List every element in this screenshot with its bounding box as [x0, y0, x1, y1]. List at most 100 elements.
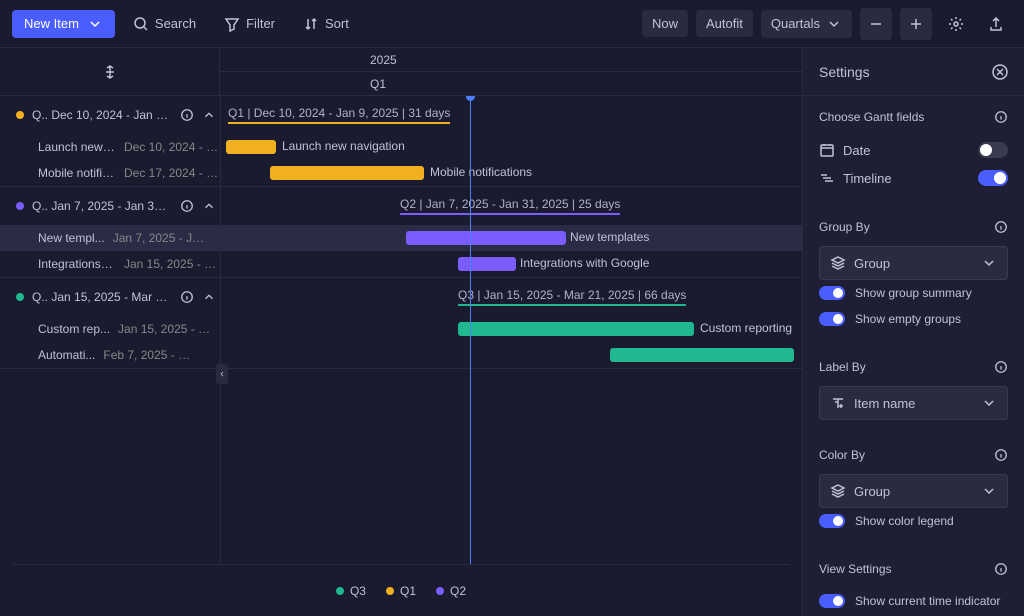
color-by-label: Color By: [819, 448, 865, 462]
plus-icon: [908, 16, 924, 32]
new-item-label: New Item: [24, 16, 79, 31]
task-label: Mobile notifications: [430, 165, 532, 179]
group-summary: Q1 | Dec 10, 2024 - Jan 9, 2025 | 31 day…: [228, 106, 450, 124]
settings-title: Settings: [819, 64, 870, 80]
task-bar[interactable]: [226, 140, 276, 154]
task-bar[interactable]: [458, 322, 694, 336]
timeline-toggle[interactable]: [978, 170, 1008, 186]
info-icon[interactable]: [180, 290, 194, 304]
minus-icon: [868, 16, 884, 32]
group-by-select[interactable]: Group: [819, 246, 1008, 280]
task-name: Integrations wi...: [38, 257, 116, 271]
task-row[interactable]: Mobile notific... Dec 17, 2024 - Jan... …: [0, 160, 802, 186]
chevron-left-icon: [218, 370, 226, 378]
date-field-label: Date: [843, 143, 870, 158]
gear-icon: [948, 16, 964, 32]
group-header[interactable]: Q.. Dec 10, 2024 - Jan 9,... Q1 | Dec 10…: [0, 96, 802, 134]
search-icon: [133, 16, 149, 32]
task-name: New templ...: [38, 231, 105, 245]
legend-dot: [386, 587, 394, 595]
group-color-dot: [16, 202, 24, 210]
chevron-down-icon: [87, 16, 103, 32]
timeline-field-label: Timeline: [843, 171, 892, 186]
group-color-dot: [16, 111, 24, 119]
filter-label: Filter: [246, 16, 275, 31]
choose-fields-label: Choose Gantt fields: [819, 110, 924, 124]
task-row[interactable]: Launch new n... Dec 10, 2024 - De... Lau…: [0, 134, 802, 160]
collapse-handle[interactable]: [216, 364, 228, 384]
chevron-up-icon[interactable]: [202, 199, 216, 213]
task-row[interactable]: Automati... Feb 7, 2025 - Mar 21, ...: [0, 342, 802, 368]
label-by-select[interactable]: Item name: [819, 386, 1008, 420]
task-row[interactable]: New templ... Jan 7, 2025 - Jan 31,... Ne…: [0, 225, 802, 251]
group-header[interactable]: Q.. Jan 7, 2025 - Jan 31,... Q2 | Jan 7,…: [0, 187, 802, 225]
quartals-dropdown[interactable]: Quartals: [761, 10, 852, 38]
legend-label: Q3: [350, 584, 366, 598]
export-button[interactable]: [980, 8, 1012, 40]
year-label: 2025: [370, 53, 397, 67]
task-label: New templates: [570, 230, 649, 244]
info-icon[interactable]: [994, 220, 1008, 234]
group-summary: Q3 | Jan 15, 2025 - Mar 21, 2025 | 66 da…: [458, 288, 686, 306]
layers-icon: [830, 483, 846, 499]
task-bar[interactable]: [270, 166, 424, 180]
close-icon[interactable]: [992, 64, 1008, 80]
chevron-down-icon: [981, 483, 997, 499]
legend: Q3 Q1 Q2: [12, 564, 790, 616]
group-by-label: Group By: [819, 220, 870, 234]
show-color-legend-toggle[interactable]: [819, 514, 845, 528]
task-row[interactable]: Integrations wi... Jan 15, 2025 - Ja... …: [0, 251, 802, 277]
task-name: Automati...: [38, 348, 95, 362]
task-date: Dec 17, 2024 - Jan...: [124, 166, 219, 180]
task-bar[interactable]: [610, 348, 794, 362]
info-icon[interactable]: [994, 110, 1008, 124]
sort-icon: [303, 16, 319, 32]
task-date: Feb 7, 2025 - Mar 21, ...: [103, 348, 198, 362]
row-height-icon[interactable]: [102, 64, 118, 80]
info-icon[interactable]: [180, 199, 194, 213]
task-label: Custom reporting: [700, 321, 792, 335]
info-icon[interactable]: [180, 108, 194, 122]
chevron-up-icon[interactable]: [202, 290, 216, 304]
settings-button[interactable]: [940, 8, 972, 40]
group-header[interactable]: Q.. Jan 15, 2025 - Mar 2... Q3 | Jan 15,…: [0, 278, 802, 316]
legend-item: Q2: [436, 584, 466, 598]
legend-label: Q1: [400, 584, 416, 598]
new-item-button[interactable]: New Item: [12, 10, 115, 38]
task-bar[interactable]: [406, 231, 566, 245]
task-bar[interactable]: [458, 257, 516, 271]
show-current-time-toggle[interactable]: [819, 594, 845, 608]
quarter-label: Q1: [370, 77, 386, 91]
calendar-icon: [819, 142, 835, 158]
autofit-button[interactable]: Autofit: [696, 10, 753, 37]
filter-button[interactable]: Filter: [214, 10, 285, 38]
view-settings-label: View Settings: [819, 562, 892, 576]
now-button[interactable]: Now: [642, 10, 688, 37]
show-group-summary-toggle[interactable]: [819, 286, 845, 300]
chevron-up-icon[interactable]: [202, 108, 216, 122]
info-icon[interactable]: [994, 360, 1008, 374]
zoom-out-button[interactable]: [860, 8, 892, 40]
date-toggle[interactable]: [978, 142, 1008, 158]
sort-button[interactable]: Sort: [293, 10, 359, 38]
legend-dot: [436, 587, 444, 595]
search-button[interactable]: Search: [123, 10, 206, 38]
zoom-in-button[interactable]: [900, 8, 932, 40]
chevron-down-icon: [826, 16, 842, 32]
legend-item: Q1: [386, 584, 416, 598]
task-name: Mobile notific...: [38, 166, 116, 180]
info-icon[interactable]: [994, 562, 1008, 576]
layers-icon: [830, 255, 846, 271]
task-row[interactable]: Custom rep... Jan 15, 2025 - Feb 2... Cu…: [0, 316, 802, 342]
chevron-down-icon: [981, 255, 997, 271]
show-empty-groups-toggle[interactable]: [819, 312, 845, 326]
today-line: [470, 96, 471, 564]
export-icon: [988, 16, 1004, 32]
legend-dot: [336, 587, 344, 595]
group-title: Q.. Jan 15, 2025 - Mar 2...: [32, 290, 172, 304]
color-by-select[interactable]: Group: [819, 474, 1008, 508]
legend-label: Q2: [450, 584, 466, 598]
info-icon[interactable]: [994, 448, 1008, 462]
legend-item: Q3: [336, 584, 366, 598]
task-date: Dec 10, 2024 - De...: [124, 140, 219, 154]
